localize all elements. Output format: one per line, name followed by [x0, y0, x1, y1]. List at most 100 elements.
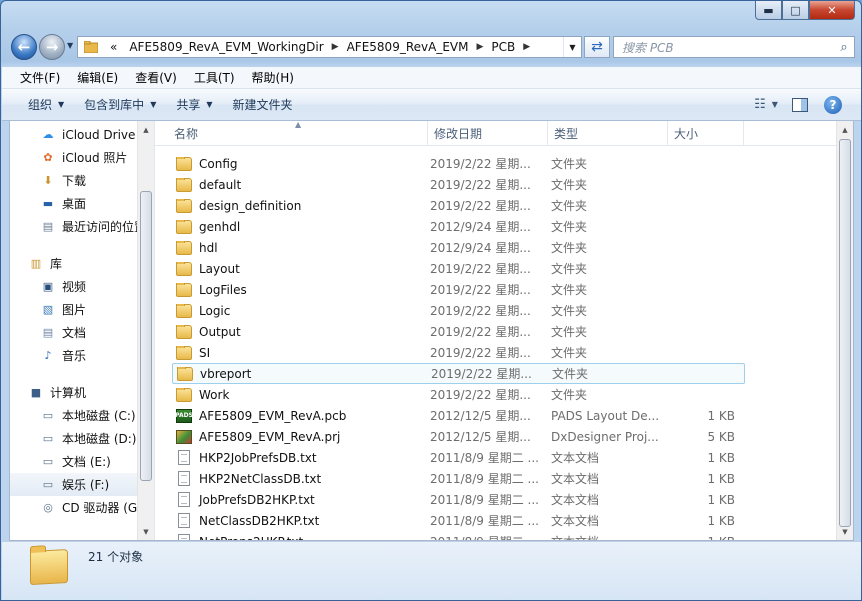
chevron-down-icon: ▼ — [58, 100, 65, 109]
search-box[interactable]: 搜索 PCB ⌕ — [613, 36, 855, 58]
file-row[interactable]: vbreport 2019/2/22 星期... 文件夹 — [172, 363, 745, 384]
file-row[interactable]: Logic 2019/2/22 星期... 文件夹 — [172, 300, 745, 321]
column-type[interactable]: 类型 — [548, 121, 668, 145]
file-date: 2011/8/9 星期二 ... — [430, 493, 539, 507]
preview-pane-button[interactable] — [790, 96, 810, 114]
preview-pane-icon — [792, 97, 808, 112]
nav-recent-places[interactable]: ▤ 最近访问的位置 — [10, 215, 146, 238]
file-row[interactable]: PADS AFE5809_EVM_RevA.pcb 2012/12/5 星期... P… — [172, 405, 745, 426]
file-name-cell: vbreport — [173, 366, 427, 381]
file-name: LogFiles — [199, 282, 247, 297]
file-row[interactable]: genhdl 2012/9/24 星期... 文件夹 — [172, 216, 745, 237]
recent-pages-dropdown[interactable]: ▼ — [67, 41, 73, 50]
column-size[interactable]: 大小 — [668, 121, 744, 145]
recent-places-icon: ▤ — [42, 220, 54, 233]
address-history-dropdown[interactable]: ▼ — [563, 37, 581, 57]
file-date: 2019/2/22 星期... — [430, 157, 531, 171]
menu-edit[interactable]: 编辑(E) — [69, 69, 127, 86]
file-name: design_definition — [199, 198, 302, 213]
file-row[interactable]: HKP2JobPrefsDB.txt 2011/8/9 星期二 ... 文本文档 1 … — [172, 447, 745, 468]
breadcrumb-evm[interactable]: AFE5809_RevA_EVM — [341, 37, 475, 57]
nav-documents[interactable]: ▤ 文档 — [10, 321, 138, 344]
column-date[interactable]: 修改日期 — [428, 121, 548, 145]
include-in-library-button[interactable]: 包含到库中 ▼ — [74, 93, 166, 117]
breadcrumb-separator-icon[interactable]: ▶ — [521, 42, 532, 52]
file-list-scrollbar-thumb[interactable] — [839, 139, 851, 527]
file-row[interactable]: default 2019/2/22 星期... 文件夹 — [172, 174, 745, 195]
organize-button[interactable]: 组织 ▼ — [18, 93, 74, 117]
file-size: 5 KB — [707, 429, 735, 444]
nav-icloud-drive[interactable]: ☁ iCloud Drive — [10, 123, 138, 146]
share-button[interactable]: 共享 ▼ — [166, 93, 222, 117]
address-bar[interactable]: « AFE5809_RevA_EVM_WorkingDir ▶ AFE5809_… — [77, 36, 582, 58]
scroll-down-icon[interactable]: ▼ — [138, 523, 154, 540]
nav-scrollbar[interactable]: ▲ ▼ — [137, 121, 154, 540]
pads-layout-icon: PADS — [175, 408, 193, 423]
menu-help[interactable]: 帮助(H) — [244, 69, 303, 86]
menu-tools[interactable]: 工具(T) — [186, 69, 244, 86]
include-library-label: 包含到库中 — [84, 98, 145, 112]
organize-label: 组织 — [28, 98, 53, 112]
nav-libraries[interactable]: ▥ 库 — [10, 252, 138, 275]
nav-label: 文档 (E:) — [62, 455, 111, 469]
file-name-cell: NetProps2HKP.txt — [172, 534, 426, 540]
new-folder-button[interactable]: 新建文件夹 — [223, 93, 303, 117]
menu-bar: 文件(F) 编辑(E) 查看(V) 工具(T) 帮助(H) — [2, 67, 861, 89]
nav-downloads[interactable]: ⬇ 下载 — [10, 169, 138, 192]
file-name-cell: design_definition — [172, 198, 426, 213]
file-row[interactable]: NetProps2HKP.txt 2011/8/9 星期二 ...文本文档1 KB — [172, 531, 745, 540]
breadcrumb-pcb[interactable]: PCB — [485, 37, 521, 57]
back-button[interactable]: ← — [11, 34, 37, 60]
nav-videos[interactable]: ▣ 视频 — [10, 275, 138, 298]
address-overflow[interactable]: « — [104, 37, 123, 57]
scroll-up-icon[interactable]: ▲ — [138, 121, 154, 138]
file-row[interactable]: SI 2019/2/22 星期... 文件夹 — [172, 342, 745, 363]
menu-view[interactable]: 查看(V) — [127, 69, 186, 86]
folder-icon — [176, 261, 192, 276]
forward-button[interactable]: → — [39, 34, 65, 60]
breadcrumb-separator-icon[interactable]: ▶ — [474, 42, 485, 52]
nav-drive-f[interactable]: ▭ 娱乐 (F:) — [10, 473, 138, 496]
nav-drive-d[interactable]: ▭ 本地磁盘 (D:) — [10, 427, 138, 450]
file-row[interactable]: AFE5809_EVM_RevA.prj 2012/12/5 星期... DxDes… — [172, 426, 745, 447]
file-row[interactable]: JobPrefsDB2HKP.txt 2011/8/9 星期二 ... 文本文档 1 … — [172, 489, 745, 510]
file-row[interactable]: NetClassDB2HKP.txt 2011/8/9 星期二 ... 文本文档 1 … — [172, 510, 745, 531]
content-area: ☁ iCloud Drive ✿ iCloud 照片 ⬇ 下载 ▬ 桌面 ▤ 最近访问的位… — [9, 121, 854, 541]
nav-drive-g[interactable]: ◎ CD 驱动器 (G: — [10, 496, 141, 519]
nav-computer[interactable]: ■ 计算机 — [10, 381, 138, 404]
file-list: 名称 修改日期 类型 大小 ▲ Config 2019/2/22 星期... 文件夹… — [154, 121, 853, 540]
file-row[interactable]: HKP2NetClassDB.txt 2011/8/9 星期二 ... 文本文档 1 … — [172, 468, 745, 489]
file-row[interactable]: hdl 2012/9/24 星期... 文件夹 — [172, 237, 745, 258]
search-input[interactable]: 搜索 PCB — [622, 39, 674, 56]
nav-drive-e[interactable]: ▭ 文档 (E:) — [10, 450, 138, 473]
file-type: 文本文档 — [551, 451, 600, 465]
file-rows: Config 2019/2/22 星期... 文件夹 default 2019/2/22… — [155, 153, 853, 540]
nav-music[interactable]: ♪ 音乐 — [10, 344, 138, 367]
close-button[interactable]: ✕ — [809, 1, 855, 20]
maximize-button[interactable]: □ — [782, 1, 809, 20]
nav-scrollbar-thumb[interactable] — [140, 191, 152, 481]
refresh-button[interactable]: ⇄ — [584, 36, 610, 58]
nav-desktop[interactable]: ▬ 桌面 — [10, 192, 138, 215]
help-icon[interactable]: ? — [824, 95, 842, 114]
file-name: default — [199, 177, 242, 192]
file-list-scrollbar[interactable]: ▲ ▼ — [836, 121, 853, 540]
file-row[interactable]: LogFiles 2019/2/22 星期... 文件夹 — [172, 279, 745, 300]
view-options-button[interactable]: ☷ ▼ — [754, 96, 778, 114]
file-type: 文件夹 — [552, 367, 589, 381]
menu-file[interactable]: 文件(F) — [12, 69, 69, 86]
minimize-button[interactable]: ▬ — [755, 1, 782, 20]
file-row[interactable]: Work 2019/2/22 星期... 文件夹 — [172, 384, 745, 405]
file-type: 文件夹 — [551, 220, 588, 234]
scroll-down-icon[interactable]: ▼ — [837, 523, 853, 540]
breadcrumb-separator-icon[interactable]: ▶ — [330, 42, 341, 52]
file-row[interactable]: Layout 2019/2/22 星期... 文件夹 — [172, 258, 745, 279]
file-row[interactable]: design_definition 2019/2/22 星期... 文件夹 — [172, 195, 745, 216]
scroll-up-icon[interactable]: ▲ — [837, 121, 853, 138]
file-row[interactable]: Config 2019/2/22 星期... 文件夹 — [172, 153, 745, 174]
breadcrumb-workingdir[interactable]: AFE5809_RevA_EVM_WorkingDir — [123, 37, 329, 57]
file-row[interactable]: Output 2019/2/22 星期... 文件夹 — [172, 321, 745, 342]
nav-drive-c[interactable]: ▭ 本地磁盘 (C:) — [10, 404, 138, 427]
nav-icloud-photos[interactable]: ✿ iCloud 照片 — [10, 146, 138, 169]
nav-pictures[interactable]: ▧ 图片 — [10, 298, 138, 321]
